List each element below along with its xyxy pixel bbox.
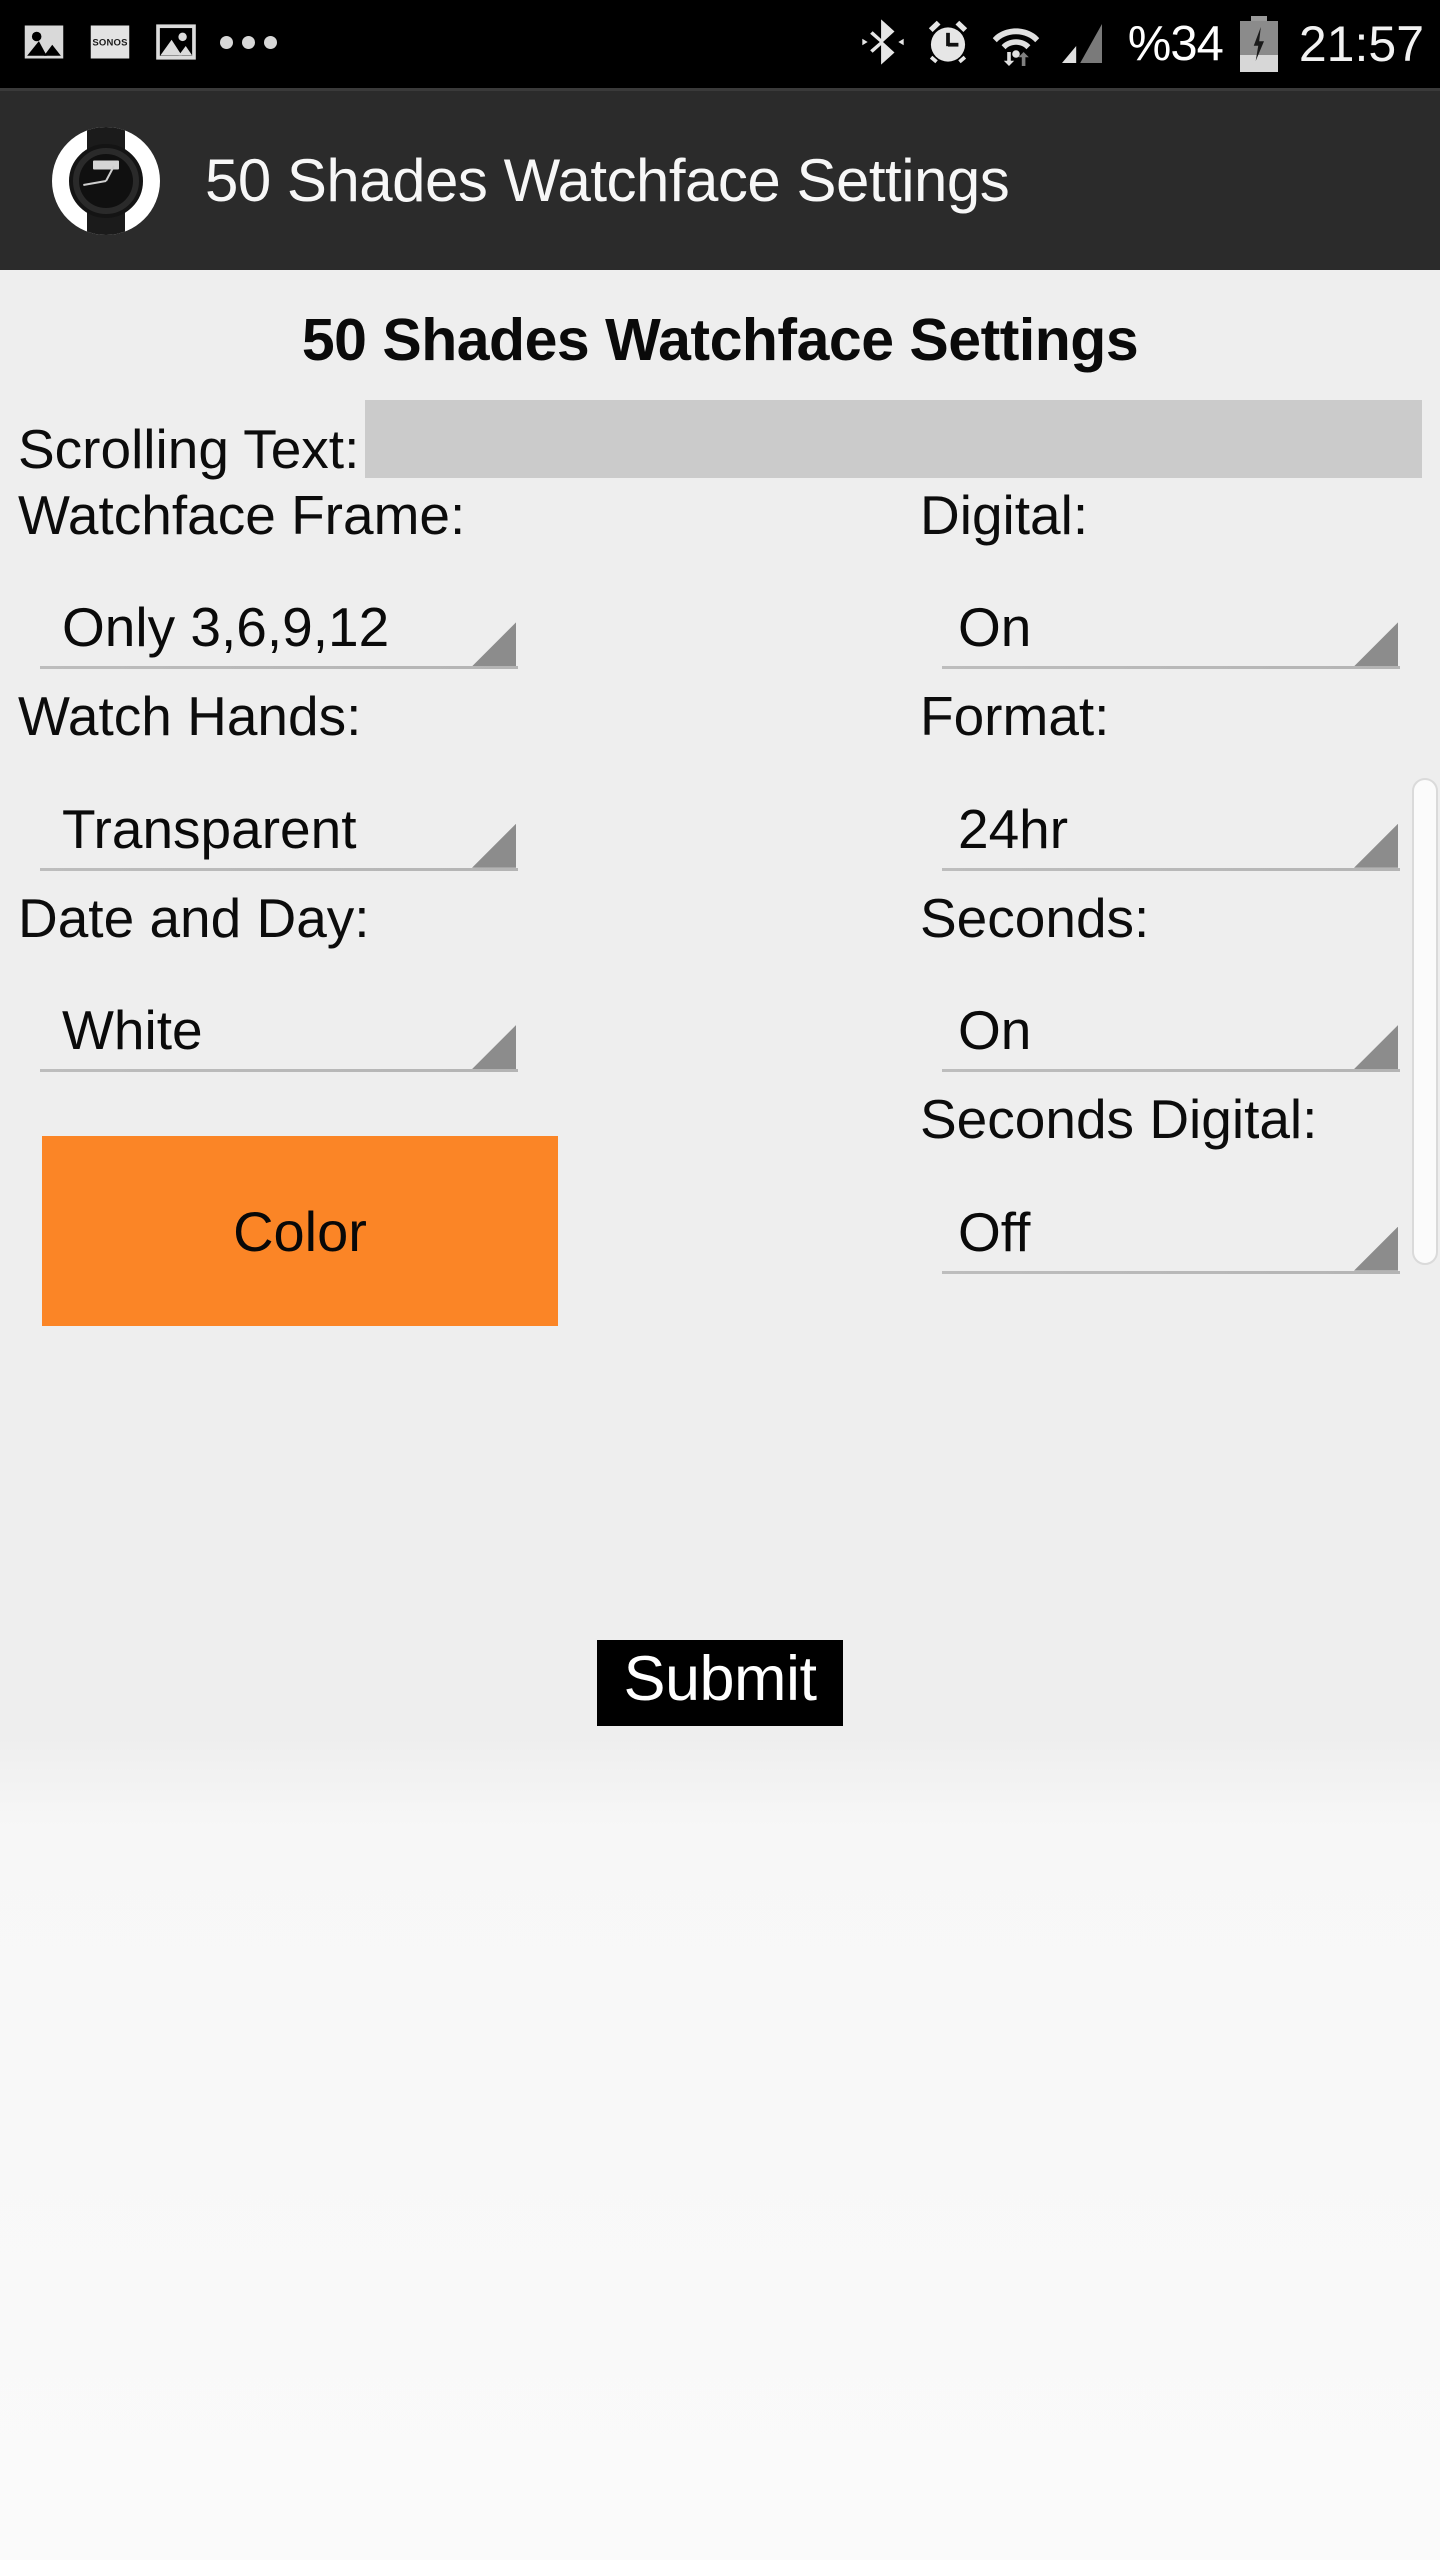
photo-filled-icon	[22, 20, 66, 69]
scrolling-text-input[interactable]	[365, 400, 1422, 478]
battery-percent: %34	[1127, 16, 1224, 71]
seconds-label: Seconds:	[920, 886, 1150, 949]
format-spinner[interactable]: 24hr	[920, 765, 1400, 883]
date-and-day-value: White	[62, 999, 203, 1062]
settings-column-right: Digital: On Format: 24hr Seconds: On Sec…	[720, 484, 1440, 1326]
spinner-dropdown-arrow-icon	[1354, 1226, 1398, 1271]
seconds-digital-spinner[interactable]: Off	[920, 1168, 1400, 1286]
bluetooth-icon	[860, 17, 906, 72]
watch-hands-value: Transparent	[62, 797, 357, 860]
page-title: 50 Shades Watchface Settings	[301, 307, 1139, 373]
seconds-value: On	[958, 999, 1032, 1062]
status-bar: SONOS %34 21:57	[0, 0, 1440, 88]
vertical-scrollbar[interactable]	[1412, 778, 1438, 1265]
watch-hands-spinner[interactable]: Transparent	[18, 765, 518, 883]
app-bar-title: 50 Shades Watchface Settings	[205, 147, 1010, 214]
more-notifications-icon	[220, 35, 277, 53]
spinner-dropdown-arrow-icon	[1354, 622, 1398, 667]
settings-content: 50 Shades Watchface Settings Scrolling T…	[0, 270, 1440, 2560]
format-label: Format:	[920, 685, 1110, 748]
app-bar: 50 Shades Watchface Settings	[0, 88, 1440, 270]
spinner-dropdown-arrow-icon	[472, 1025, 516, 1070]
battery-charging-icon	[1239, 16, 1278, 72]
photo-outline-icon	[154, 20, 198, 69]
spinner-underline	[40, 666, 518, 670]
watchface-frame-value: Only 3,6,9,12	[62, 596, 390, 659]
watchface-app-icon	[52, 126, 160, 235]
scrolling-text-row: Scrolling Text:	[0, 400, 1440, 478]
settings-columns: Watchface Frame: Only 3,6,9,12 Watch Han…	[0, 484, 1440, 1327]
format-value: 24hr	[958, 797, 1069, 860]
wifi-icon	[990, 17, 1042, 72]
submit-row: Submit	[0, 1640, 1440, 1727]
digital-value: On	[958, 596, 1032, 659]
watchface-frame-spinner[interactable]: Only 3,6,9,12	[18, 563, 518, 681]
spinner-dropdown-arrow-icon	[472, 823, 516, 868]
spinner-dropdown-arrow-icon	[472, 622, 516, 667]
watchface-frame-label: Watchface Frame:	[18, 484, 466, 546]
spinner-underline	[40, 1069, 518, 1073]
svg-text:SONOS: SONOS	[92, 37, 127, 48]
spinner-underline	[40, 867, 518, 871]
status-bar-clock: 21:57	[1298, 16, 1424, 72]
spinner-underline	[942, 1069, 1400, 1073]
spinner-dropdown-arrow-icon	[1354, 1025, 1398, 1070]
status-bar-notifications: SONOS	[22, 20, 277, 69]
spinner-underline	[942, 867, 1400, 871]
seconds-digital-value: Off	[958, 1200, 1031, 1263]
digital-spinner[interactable]: On	[920, 563, 1400, 681]
watch-hands-label: Watch Hands:	[18, 685, 362, 748]
date-and-day-spinner[interactable]: White	[18, 966, 518, 1084]
status-bar-system: %34 21:57	[860, 16, 1424, 72]
color-button[interactable]: Color	[42, 1136, 558, 1327]
submit-button[interactable]: Submit	[597, 1640, 843, 1727]
spinner-underline	[942, 1270, 1400, 1274]
alarm-clock-icon	[923, 17, 973, 72]
sonos-icon: SONOS	[88, 20, 132, 69]
seconds-spinner[interactable]: On	[920, 966, 1400, 1084]
spinner-underline	[942, 666, 1400, 670]
scrolling-text-label: Scrolling Text:	[18, 418, 360, 480]
settings-column-left: Watchface Frame: Only 3,6,9,12 Watch Han…	[0, 484, 720, 1327]
spinner-dropdown-arrow-icon	[1354, 823, 1398, 868]
date-and-day-label: Date and Day:	[18, 886, 370, 949]
digital-label: Digital:	[920, 484, 1089, 546]
cell-signal-icon	[1059, 17, 1111, 72]
seconds-digital-label: Seconds Digital:	[920, 1088, 1318, 1151]
